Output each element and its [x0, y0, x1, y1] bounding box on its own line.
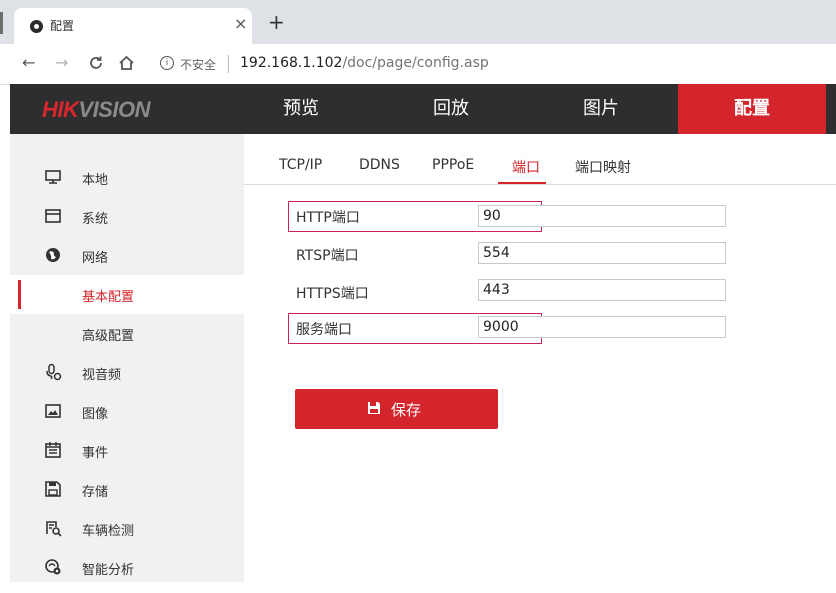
tab-ddns[interactable]: DDNS	[359, 157, 400, 173]
http-port-input[interactable]	[478, 205, 726, 227]
sidebar-item-event[interactable]: 事件	[10, 431, 244, 470]
url-host: 192.168.1.102	[240, 55, 343, 71]
sidebar-item-local[interactable]: 本地	[10, 158, 244, 197]
https-port-input[interactable]	[478, 279, 726, 301]
nav-picture[interactable]: 图片	[536, 84, 666, 134]
sidebar-item-basic-config[interactable]: 基本配置	[10, 275, 244, 314]
floppy-icon	[44, 480, 62, 498]
https-port-label: HTTPS端口	[296, 286, 369, 302]
hikvision-logo: HIKVISION	[42, 97, 150, 122]
top-navigation: HIKVISION 预览 回放 图片 配置	[10, 84, 836, 134]
service-port-input[interactable]	[478, 316, 726, 338]
sidebar-item-label: 事件	[82, 446, 109, 461]
forward-arrow-icon[interactable]: →	[55, 55, 68, 71]
tab-port[interactable]: 端口	[512, 157, 540, 177]
smart-analysis-icon	[44, 558, 62, 576]
save-button[interactable]: 保存	[295, 389, 498, 429]
home-icon[interactable]	[118, 55, 135, 74]
back-arrow-icon[interactable]: ←	[22, 55, 35, 71]
globe-icon	[44, 246, 62, 264]
info-icon[interactable]: i	[160, 56, 174, 70]
favicon-icon	[30, 20, 43, 33]
nav-preview[interactable]: 预览	[236, 84, 366, 134]
sidebar-item-system[interactable]: 系统	[10, 197, 244, 236]
http-port-label: HTTP端口	[296, 210, 360, 226]
tab-tcpip[interactable]: TCP/IP	[279, 157, 322, 173]
sidebar-item-label: 本地	[82, 173, 109, 188]
save-button-label: 保存	[391, 402, 422, 419]
save-icon	[367, 401, 381, 415]
sidebar-item-label: 基本配置	[82, 290, 135, 305]
new-tab-button[interactable]: +	[268, 12, 285, 32]
browser-tab-title: 配置	[50, 19, 75, 33]
url-path: /doc/page/config.asp	[342, 55, 489, 71]
service-port-label: 服务端口	[296, 322, 352, 338]
vehicle-search-icon	[44, 519, 62, 537]
sidebar-item-label: 系统	[82, 212, 109, 227]
active-tab-underline	[498, 182, 546, 184]
sidebar-item-vehicle-detection[interactable]: 车辆检测	[10, 509, 244, 548]
sidebar-item-advanced-config[interactable]: 高级配置	[10, 314, 244, 353]
image-icon	[44, 402, 62, 420]
calendar-icon	[44, 441, 62, 459]
sidebar-item-image[interactable]: 图像	[10, 392, 244, 431]
tab-pppoe[interactable]: PPPoE	[432, 157, 474, 173]
sidebar-item-label: 智能分析	[82, 563, 135, 578]
sidebar-item-label: 存储	[82, 485, 109, 500]
sidebar-item-storage[interactable]: 存储	[10, 470, 244, 509]
sidebar-item-label: 图像	[82, 407, 109, 422]
sidebar-item-video-audio[interactable]: 视音频	[10, 353, 244, 392]
sidebar: 本地 系统 网络 基本配置 高级配置 视音频 图像 事件 存储 车辆检测 智能分…	[10, 134, 244, 582]
sidebar-item-label: 高级配置	[82, 329, 135, 344]
sidebar-item-label: 网络	[82, 251, 109, 266]
nav-playback[interactable]: 回放	[386, 84, 516, 134]
tab-close-icon[interactable]: ×	[234, 14, 247, 33]
url-field[interactable]: 192.168.1.102/doc/page/config.asp	[240, 55, 489, 71]
window-icon	[44, 207, 62, 225]
address-separator	[228, 55, 229, 73]
config-tabs: TCP/IP DDNS PPPoE 端口 端口映射	[244, 134, 836, 185]
reload-icon[interactable]	[88, 55, 104, 74]
rtsp-port-input[interactable]	[478, 242, 726, 264]
browser-tab[interactable]: 配置 ×	[14, 8, 252, 44]
tab-port-mapping[interactable]: 端口映射	[575, 157, 631, 177]
sidebar-item-label: 视音频	[82, 368, 122, 383]
window-edge	[0, 12, 3, 34]
address-bar: ← → i 不安全 192.168.1.102/doc/page/config.…	[0, 44, 836, 85]
rtsp-port-label: RTSP端口	[296, 248, 359, 264]
browser-tab-bar: 配置 × +	[0, 0, 836, 44]
sidebar-item-smart-analysis[interactable]: 智能分析	[10, 548, 244, 587]
monitor-icon	[44, 168, 62, 186]
nav-configuration[interactable]: 配置	[678, 84, 826, 134]
sidebar-item-network[interactable]: 网络	[10, 236, 244, 275]
microphone-icon	[44, 363, 62, 381]
sidebar-item-label: 车辆检测	[82, 524, 135, 539]
security-label[interactable]: 不安全	[180, 56, 216, 73]
